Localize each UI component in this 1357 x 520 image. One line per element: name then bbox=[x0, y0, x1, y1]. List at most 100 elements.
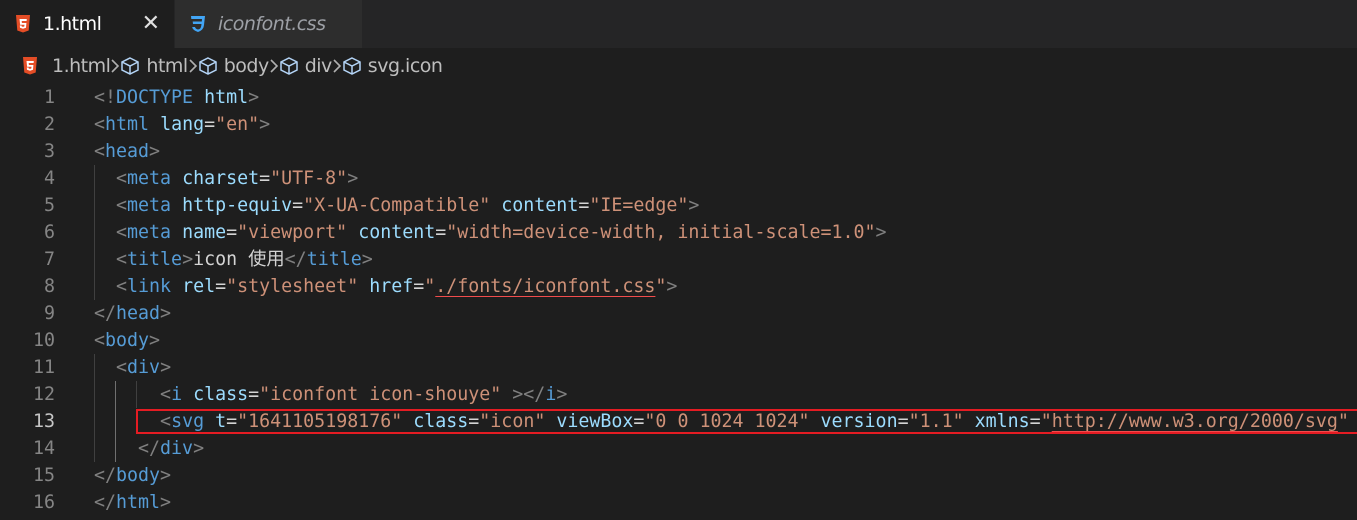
code-line[interactable]: 8 <link rel="stylesheet" href="./fonts/i… bbox=[0, 273, 1357, 300]
code-text: <i class="iconfont icon-shouye" ></i> bbox=[94, 381, 567, 408]
code-token: meta bbox=[127, 168, 172, 189]
line-number: 8 bbox=[43, 276, 55, 297]
code-token: > bbox=[160, 357, 172, 378]
code-token: > bbox=[182, 249, 194, 270]
line-number: 14 bbox=[32, 438, 55, 459]
breadcrumb: 1.html html body div svg.icon bbox=[0, 48, 1357, 84]
code-line[interactable]: 13 <svg t="1641105198176" class="icon" v… bbox=[0, 408, 1357, 435]
line-number: 9 bbox=[43, 303, 55, 324]
line-number: 4 bbox=[43, 168, 55, 189]
code-token: content bbox=[358, 222, 436, 243]
code-token: link bbox=[127, 276, 172, 297]
line-number: 7 bbox=[43, 249, 55, 270]
code-token: > bbox=[361, 249, 373, 270]
close-icon[interactable]: ✕ bbox=[142, 13, 160, 35]
code-token: < bbox=[160, 384, 172, 405]
code-token: < bbox=[116, 276, 128, 297]
html5-icon bbox=[22, 57, 38, 75]
breadcrumb-label: body bbox=[223, 55, 270, 77]
chevron-right-icon bbox=[110, 59, 120, 73]
code-token: = bbox=[292, 195, 304, 216]
code-token: http-equiv bbox=[182, 195, 293, 216]
code-token: i bbox=[171, 384, 183, 405]
code-line[interactable]: 7 <title>icon 使用</title> bbox=[0, 246, 1357, 273]
code-line[interactable]: 11 <div> bbox=[0, 354, 1357, 381]
tab-label: 1.html bbox=[43, 13, 102, 35]
code-token: > bbox=[193, 438, 205, 459]
code-line[interactable]: 6 <meta name="viewport" content="width=d… bbox=[0, 219, 1357, 246]
html5-icon bbox=[14, 14, 32, 34]
code-token: < bbox=[116, 357, 128, 378]
code-token: < bbox=[116, 168, 128, 189]
code-token: </ bbox=[94, 465, 117, 486]
code-token: ></ bbox=[512, 384, 546, 405]
code-line[interactable]: 12 <i class="iconfont icon-shouye" ></i> bbox=[0, 381, 1357, 408]
line-number: 12 bbox=[32, 384, 55, 405]
breadcrumb-item-html[interactable]: html bbox=[120, 55, 188, 77]
breadcrumb-item-div[interactable]: div bbox=[279, 55, 332, 77]
breadcrumb-item-svg-icon[interactable]: svg.icon bbox=[342, 55, 443, 77]
code-text: <body> bbox=[94, 327, 160, 354]
tab-iconfont-css[interactable]: iconfont.css bbox=[174, 0, 362, 48]
chevron-right-icon bbox=[269, 59, 279, 73]
line-number: 2 bbox=[43, 114, 55, 135]
line-number: 3 bbox=[43, 141, 55, 162]
code-line[interactable]: 14 </div> bbox=[0, 435, 1357, 462]
code-token: = bbox=[413, 276, 425, 297]
code-token: title bbox=[306, 249, 362, 270]
code-token: < bbox=[116, 195, 128, 216]
breadcrumb-label: 1.html bbox=[52, 55, 111, 77]
cube-icon bbox=[198, 56, 218, 76]
code-token: ./fonts/iconfont.css bbox=[435, 276, 656, 297]
code-token: body bbox=[105, 330, 150, 351]
code-token: > bbox=[149, 330, 161, 351]
code-token: </ bbox=[94, 492, 117, 513]
code-token: lang bbox=[160, 114, 205, 135]
code-token: < bbox=[94, 141, 106, 162]
code-line[interactable]: 4 <meta charset="UTF-8"> bbox=[0, 165, 1357, 192]
code-token: charset bbox=[182, 168, 260, 189]
code-text: <meta name="viewport" content="width=dev… bbox=[94, 219, 887, 246]
code-line[interactable]: 15 </body> bbox=[0, 462, 1357, 489]
code-editor[interactable]: 1 <!DOCTYPE html> 2 <html lang="en"> 3 <head>… bbox=[0, 84, 1357, 516]
code-token: > bbox=[556, 384, 568, 405]
code-token: > bbox=[347, 168, 359, 189]
code-token: > bbox=[149, 141, 161, 162]
code-token: > bbox=[875, 222, 887, 243]
code-token: name bbox=[182, 222, 227, 243]
code-line[interactable]: 1 <!DOCTYPE html> bbox=[0, 84, 1357, 111]
code-line[interactable]: 3 <head> bbox=[0, 138, 1357, 165]
code-text: <!DOCTYPE html> bbox=[94, 84, 259, 111]
code-line[interactable]: 10 <body> bbox=[0, 327, 1357, 354]
code-token: " bbox=[424, 276, 436, 297]
code-line[interactable]: 2 <html lang="en"> bbox=[0, 111, 1357, 138]
code-line[interactable]: 16 </html> bbox=[0, 489, 1357, 516]
tab-label: iconfont.css bbox=[218, 13, 326, 35]
code-token: > bbox=[160, 492, 172, 513]
code-line[interactable]: 5 <meta http-equiv="X-UA-Compatible" con… bbox=[0, 192, 1357, 219]
code-line[interactable]: 9 </head> bbox=[0, 300, 1357, 327]
code-token: body bbox=[116, 465, 161, 486]
code-text: <link rel="stylesheet" href="./fonts/ico… bbox=[94, 273, 677, 300]
chevron-right-icon bbox=[332, 59, 342, 73]
breadcrumb-item-file[interactable]: 1.html bbox=[22, 55, 111, 77]
breadcrumb-item-body[interactable]: body bbox=[198, 55, 269, 77]
code-token: icon 使用 bbox=[193, 249, 285, 270]
code-token: > bbox=[688, 195, 700, 216]
code-token: content bbox=[501, 195, 579, 216]
code-text: <html lang="en"> bbox=[94, 111, 270, 138]
code-token: "IE=edge" bbox=[589, 195, 689, 216]
code-token: DOCTYPE bbox=[116, 87, 194, 108]
code-token: i bbox=[545, 384, 557, 405]
tab-1-html[interactable]: 1.html ✕ bbox=[0, 0, 174, 48]
